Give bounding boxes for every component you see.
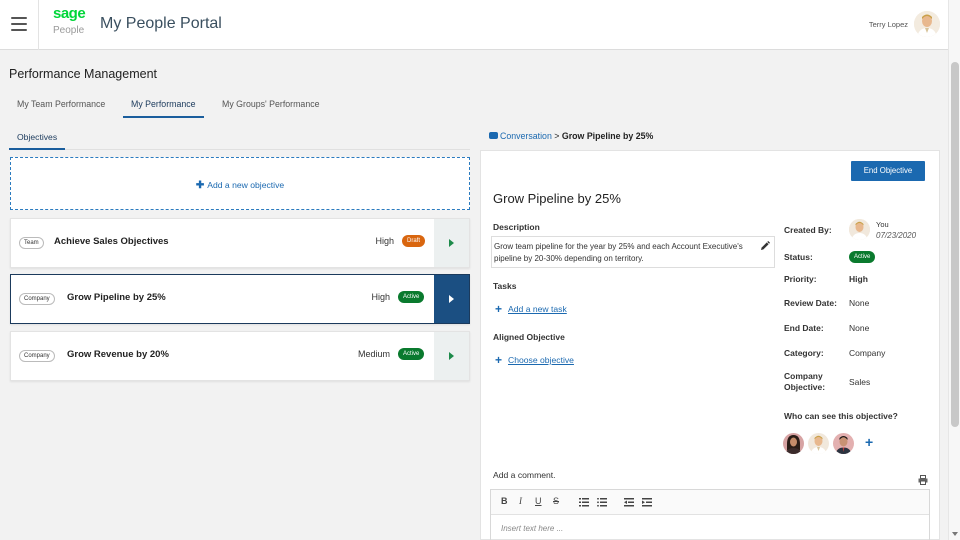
- objective-type-chip: Company: [19, 293, 55, 305]
- objective-type-chip: Team: [19, 237, 44, 249]
- category-label: Category:: [784, 348, 824, 358]
- page-title: Performance Management: [9, 67, 157, 81]
- tab-my-performance[interactable]: My Performance: [123, 94, 204, 118]
- tab-my-groups-performance[interactable]: My Groups' Performance: [214, 94, 328, 118]
- portal-title: My People Portal: [100, 15, 222, 32]
- indent-icon[interactable]: [642, 498, 652, 507]
- choose-objective-label: Choose objective: [508, 355, 574, 365]
- underline-icon[interactable]: U: [535, 496, 542, 506]
- plus-icon: +: [495, 353, 503, 367]
- strikethrough-icon[interactable]: S: [553, 496, 559, 506]
- editor-toolbar: B I U S: [491, 490, 929, 515]
- numbered-list-icon[interactable]: [579, 498, 589, 507]
- scroll-down-arrow-icon[interactable]: [952, 532, 958, 536]
- tab-objectives[interactable]: Objectives: [9, 128, 66, 150]
- objective-name[interactable]: Grow Revenue by 20%: [67, 349, 169, 360]
- tasks-label: Tasks: [493, 281, 517, 291]
- open-objective-button[interactable]: [434, 219, 469, 267]
- company-objective-value: Sales: [849, 377, 871, 387]
- chevron-right-icon: [449, 295, 454, 303]
- priority-value: High: [849, 274, 868, 284]
- add-task-label: Add a new task: [508, 304, 567, 314]
- comment-label: Add a comment.: [493, 470, 556, 480]
- status-label: Status:: [784, 252, 813, 262]
- objective-priority: Medium: [357, 349, 390, 359]
- bulleted-list-icon[interactable]: [597, 498, 607, 507]
- company-objective-label-line1: Company: [784, 371, 823, 381]
- header-divider: [38, 0, 39, 50]
- description-label: Description: [493, 222, 540, 232]
- aligned-objective-label: Aligned Objective: [493, 332, 565, 342]
- logo-sage-text: sage: [53, 5, 86, 22]
- end-date-label: End Date:: [784, 323, 824, 333]
- status-badge: Active: [849, 251, 876, 263]
- objective-title: Grow Pipeline by 25%: [493, 191, 621, 206]
- end-date-value: None: [849, 323, 870, 333]
- shared-user-avatar[interactable]: [783, 433, 804, 454]
- objective-card-selected[interactable]: Company Grow Pipeline by 25% High Active: [10, 274, 470, 324]
- description-field[interactable]: Grow team pipeline for the year by 25% a…: [491, 236, 775, 268]
- objective-card[interactable]: Company Grow Revenue by 20% Medium Activ…: [10, 331, 470, 381]
- choose-objective-link[interactable]: + Choose objective: [495, 353, 574, 367]
- created-by-label: Created By:: [784, 225, 832, 235]
- outdent-icon[interactable]: [624, 498, 634, 507]
- logo-people-text: People: [53, 25, 85, 36]
- scrollbar-thumb[interactable]: [951, 62, 959, 427]
- add-objective-box[interactable]: ✚ Add a new objective: [10, 157, 470, 210]
- company-objective-label: Company Objective:: [784, 371, 825, 393]
- end-objective-button[interactable]: End Objective: [851, 161, 925, 181]
- print-icon[interactable]: [918, 475, 928, 485]
- review-date-value: None: [849, 298, 870, 308]
- breadcrumb-separator: >: [554, 131, 560, 141]
- italic-icon[interactable]: I: [519, 496, 522, 506]
- chevron-right-icon: [449, 239, 454, 247]
- plus-icon: +: [495, 302, 503, 316]
- shared-user-avatar[interactable]: [833, 433, 854, 454]
- created-date: 07/23/2020: [876, 231, 917, 240]
- chevron-right-icon: [449, 352, 454, 360]
- status-badge: Active: [398, 348, 425, 360]
- comment-placeholder: Insert text here ...: [501, 524, 564, 533]
- plus-icon: ✚: [195, 180, 205, 191]
- user-avatar[interactable]: [914, 11, 940, 37]
- breadcrumb-conversation-link[interactable]: Conversation: [500, 131, 552, 141]
- open-objective-button[interactable]: [434, 332, 469, 380]
- objective-priority: High: [371, 292, 390, 302]
- objective-priority: High: [375, 236, 394, 246]
- status-badge: Draft: [402, 235, 426, 247]
- company-objective-label-line2: Objective:: [784, 382, 826, 392]
- chat-bubble-icon: [489, 132, 498, 139]
- status-badge: Active: [398, 291, 425, 303]
- objective-type-chip: Company: [19, 350, 55, 362]
- add-task-link[interactable]: + Add a new task: [495, 302, 567, 316]
- creator-avatar: [849, 219, 870, 240]
- pencil-icon[interactable]: [760, 241, 770, 251]
- open-objective-button[interactable]: [434, 275, 469, 323]
- breadcrumb-current: Grow Pipeline by 25%: [561, 131, 654, 141]
- user-name[interactable]: Terry Lopez: [869, 20, 908, 29]
- review-date-label: Review Date:: [784, 298, 837, 308]
- objective-card[interactable]: Team Achieve Sales Objectives High Draft: [10, 218, 470, 268]
- tab-my-team-performance[interactable]: My Team Performance: [9, 94, 113, 118]
- app-header: sage People My People Portal Terry Lopez: [0, 0, 948, 50]
- add-objective-button[interactable]: ✚ Add a new objective: [11, 180, 469, 191]
- description-text: Grow team pipeline for the year by 25% a…: [494, 242, 743, 263]
- objective-name[interactable]: Grow Pipeline by 25%: [67, 292, 166, 303]
- objective-detail-panel: End Objective Grow Pipeline by 25% Descr…: [480, 150, 940, 540]
- shared-user-avatar[interactable]: [808, 433, 829, 454]
- breadcrumb: Conversation > Grow Pipeline by 25%: [489, 131, 653, 141]
- bold-icon[interactable]: B: [501, 496, 508, 506]
- page-scrollbar[interactable]: [948, 0, 960, 540]
- created-by-value: You: [876, 220, 889, 229]
- objective-name[interactable]: Achieve Sales Objectives: [54, 236, 169, 247]
- priority-label: Priority:: [784, 274, 817, 284]
- add-objective-label: Add a new objective: [207, 180, 285, 190]
- sage-people-logo[interactable]: sage People: [53, 6, 87, 38]
- category-value: Company: [849, 348, 886, 358]
- add-viewer-plus-icon[interactable]: +: [865, 434, 873, 450]
- visibility-label: Who can see this objective?: [784, 411, 898, 421]
- objectives-subtabs: Objectives: [9, 128, 470, 150]
- comment-editor[interactable]: B I U S Insert text here ...: [490, 489, 930, 540]
- hamburger-menu-icon[interactable]: [11, 17, 27, 31]
